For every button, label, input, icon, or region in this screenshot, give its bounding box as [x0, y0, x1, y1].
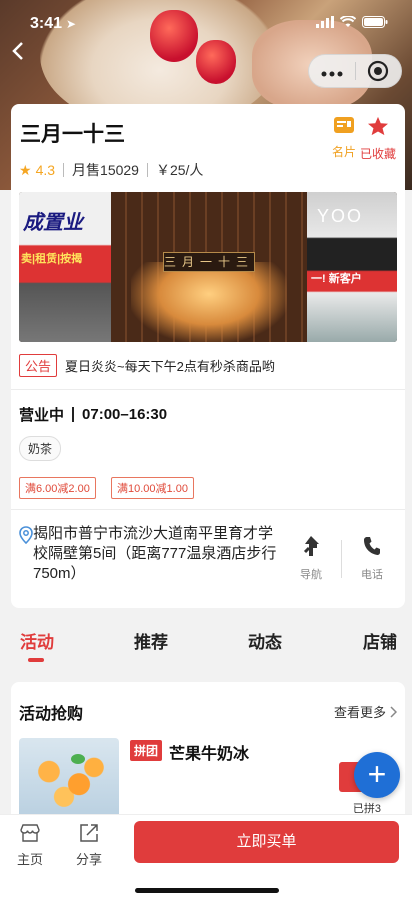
- plus-icon: +: [367, 756, 387, 792]
- business-card-icon: [334, 117, 354, 133]
- status-bar: 3:41 ➤: [0, 0, 412, 48]
- active-tab-indicator: [28, 658, 44, 662]
- shop-sign: 三月一十三: [163, 252, 255, 272]
- share-label: 分享: [75, 852, 102, 867]
- close-miniprogram-button[interactable]: [355, 60, 401, 82]
- star-filled-icon: [368, 116, 388, 136]
- address-block[interactable]: 揭阳市普宁市流沙大道南平里育才学校隔壁第5间（距离777温泉酒店步行750m）: [19, 524, 277, 584]
- navigate-button[interactable]: 导航: [281, 534, 341, 582]
- target-close-icon: [368, 60, 389, 82]
- tab-updates[interactable]: 动态: [248, 628, 282, 653]
- tab-activities[interactable]: 活动: [20, 628, 54, 653]
- hours-divider: [72, 407, 75, 422]
- location-pin-icon: [19, 526, 33, 584]
- open-status: 营业中: [19, 407, 65, 424]
- see-more-label: 查看更多: [333, 705, 386, 720]
- pay-now-button[interactable]: 立即买单: [134, 821, 399, 863]
- wifi-icon: [339, 15, 357, 33]
- signal-icon: [316, 15, 334, 33]
- add-fab-button[interactable]: +: [354, 752, 400, 798]
- shop-card: 三月一十三 名片 已收藏 ★ 4.3 月售15029 ￥25/人 成置业 卖|租…: [11, 104, 405, 608]
- tab-store[interactable]: 店铺: [363, 628, 397, 653]
- address-actions: 导航 电话: [281, 534, 405, 582]
- storefront: 三月一十三: [111, 192, 307, 342]
- divider: [11, 509, 405, 510]
- address-text: 揭阳市普宁市流沙大道南平里育才学校隔壁第5间（距离777温泉酒店步行750m）: [33, 525, 277, 582]
- notice-tag: 公告: [19, 354, 58, 377]
- status-time: 3:41: [30, 15, 63, 32]
- home-label: 主页: [16, 852, 43, 867]
- mint-leaf: [71, 754, 85, 764]
- notice[interactable]: 公告 夏日炎炎~每天下午2点有秒杀商品哟: [19, 354, 275, 377]
- monthly-sales: 月售15029: [72, 162, 139, 178]
- location-arrow-icon: ➤: [66, 17, 77, 31]
- price-per-person: ￥25/人: [155, 162, 204, 178]
- share-icon: [80, 824, 98, 842]
- business-hours: 营业中 07:00–16:30: [19, 404, 167, 425]
- neighbor-sign-left: 成置业 卖|租赁|按揭: [19, 192, 111, 342]
- meta-divider: [146, 163, 148, 177]
- see-more-link[interactable]: 查看更多: [334, 702, 397, 721]
- phone-label: 电话: [361, 569, 383, 581]
- neighbor-sign-right: YOO 一! 新客户: [307, 192, 397, 342]
- storefront-photo[interactable]: 成置业 卖|租赁|按揭 三月一十三 YOO 一! 新客户: [19, 192, 397, 342]
- section-title: 活动抢购: [19, 706, 84, 723]
- favorite-label: 已收藏: [359, 147, 396, 161]
- home-button[interactable]: 主页: [10, 823, 50, 868]
- category-tag: 奶茶: [19, 436, 62, 461]
- divider: [11, 389, 405, 390]
- more-dots-icon: [321, 71, 343, 76]
- miniprogram-capsule: [308, 54, 402, 88]
- product-name[interactable]: 芒果牛奶冰: [169, 740, 249, 764]
- left-sign-sub: 卖|租赁|按揭: [21, 253, 83, 265]
- shop-home-icon: [20, 824, 40, 842]
- shop-name: 三月一十三: [20, 123, 125, 146]
- phone-button[interactable]: 电话: [342, 534, 402, 582]
- right-sign-text: YOO: [317, 206, 364, 226]
- navigation-arrow-icon: [303, 536, 319, 556]
- flash-sale-section: 活动抢购 查看更多 拼团 芒果牛奶冰 已拼3: [11, 682, 405, 822]
- more-button[interactable]: [309, 61, 355, 82]
- shop-lights: [131, 262, 287, 342]
- notice-text: 夏日炎炎~每天下午2点有秒杀商品哟: [65, 359, 275, 374]
- promotion-tag: 满10.00减1.00: [111, 477, 194, 499]
- phone-icon: [364, 537, 380, 555]
- back-button[interactable]: [6, 36, 30, 66]
- group-buy-badge: 拼团: [130, 740, 163, 761]
- chevron-left-icon: [12, 42, 23, 60]
- battery-icon: [362, 15, 388, 33]
- share-button[interactable]: 分享: [69, 823, 109, 868]
- star-icon: ★: [19, 161, 32, 178]
- rating: 4.3: [35, 162, 56, 178]
- favorite-button[interactable]: 已收藏: [358, 116, 398, 162]
- home-indicator: [135, 888, 279, 893]
- right-sign-sub: 一! 新客户: [311, 273, 362, 285]
- navigate-label: 导航: [300, 569, 322, 581]
- chevron-right-icon: [390, 705, 397, 718]
- left-sign-text: 成置业: [23, 212, 83, 234]
- meta-divider: [63, 163, 65, 177]
- hours-time: 07:00–16:30: [82, 406, 168, 423]
- product-image[interactable]: [19, 738, 119, 822]
- tab-bar: 活动 推荐 动态 店铺: [0, 620, 412, 664]
- shop-meta: ★ 4.3 月售15029 ￥25/人: [19, 160, 203, 180]
- promotion-tag: 满6.00减2.00: [19, 477, 96, 499]
- tab-recommended[interactable]: 推荐: [134, 628, 168, 653]
